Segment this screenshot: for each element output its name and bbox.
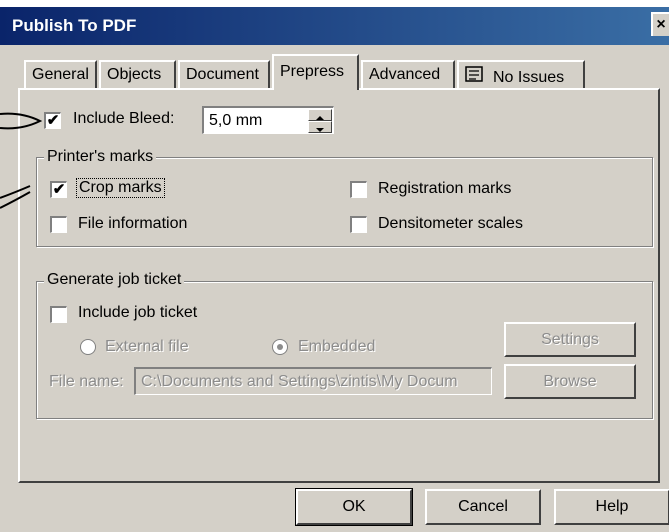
- browse-button[interactable]: Browse: [504, 364, 636, 399]
- tab-label: Prepress: [280, 63, 345, 80]
- tab-label: No Issues: [493, 69, 565, 86]
- tab-prepress[interactable]: Prepress: [272, 54, 359, 90]
- tab-label: Advanced: [369, 66, 441, 83]
- tab-advanced[interactable]: Advanced: [361, 60, 455, 88]
- embedded-radio[interactable]: [272, 339, 288, 355]
- bleed-spinbox[interactable]: 5,0 mm: [202, 106, 334, 134]
- printers-marks-group: [36, 157, 653, 247]
- spin-up-button[interactable]: [308, 109, 332, 121]
- external-file-label: External file: [105, 338, 189, 355]
- file-name-field[interactable]: C:\Documents and Settings\zintis\My Docu…: [134, 367, 492, 395]
- tab-label: General: [32, 66, 89, 83]
- check-icon: ✔: [52, 181, 66, 198]
- radio-dot: [277, 344, 283, 350]
- window-title: Publish To PDF: [12, 16, 137, 35]
- crop-marks-label: Crop marks: [76, 178, 165, 198]
- cancel-button[interactable]: Cancel: [425, 489, 541, 525]
- external-file-radio[interactable]: [80, 339, 96, 355]
- spin-down-button[interactable]: [308, 121, 332, 133]
- file-information-checkbox[interactable]: [50, 216, 67, 233]
- include-job-ticket-label: Include job ticket: [78, 304, 198, 321]
- job-ticket-title: Generate job ticket: [44, 271, 185, 289]
- bleed-value: 5,0 mm: [209, 112, 263, 129]
- help-button[interactable]: Help: [554, 489, 669, 525]
- densitometer-scales-label: Densitometer scales: [378, 215, 523, 232]
- tab-label: Document: [186, 66, 259, 83]
- tab-document[interactable]: Document: [178, 60, 270, 88]
- arrow-down-icon: [316, 128, 324, 132]
- densitometer-scales-checkbox[interactable]: [350, 216, 367, 233]
- tab-objects[interactable]: Objects: [99, 60, 176, 88]
- tab-no-issues[interactable]: No Issues: [457, 60, 585, 88]
- settings-button[interactable]: Settings: [504, 322, 636, 357]
- printers-marks-title: Printer's marks: [44, 148, 157, 166]
- crop-marks-checkbox[interactable]: ✔: [50, 181, 67, 198]
- close-button[interactable]: ×: [651, 12, 669, 36]
- checklist-icon: [465, 66, 483, 87]
- tab-general[interactable]: General: [24, 60, 97, 88]
- registration-marks-label: Registration marks: [378, 180, 512, 197]
- file-information-label: File information: [78, 215, 188, 232]
- tab-label: Objects: [107, 66, 162, 83]
- check-icon: ✔: [46, 112, 60, 129]
- include-bleed-checkbox[interactable]: ✔: [44, 112, 61, 129]
- include-job-ticket-checkbox[interactable]: [50, 306, 67, 323]
- file-name-label: File name:: [49, 373, 124, 390]
- ok-button[interactable]: OK: [295, 488, 413, 526]
- include-bleed-label: Include Bleed:: [73, 110, 175, 127]
- embedded-label: Embedded: [298, 338, 376, 355]
- registration-marks-checkbox[interactable]: [350, 181, 367, 198]
